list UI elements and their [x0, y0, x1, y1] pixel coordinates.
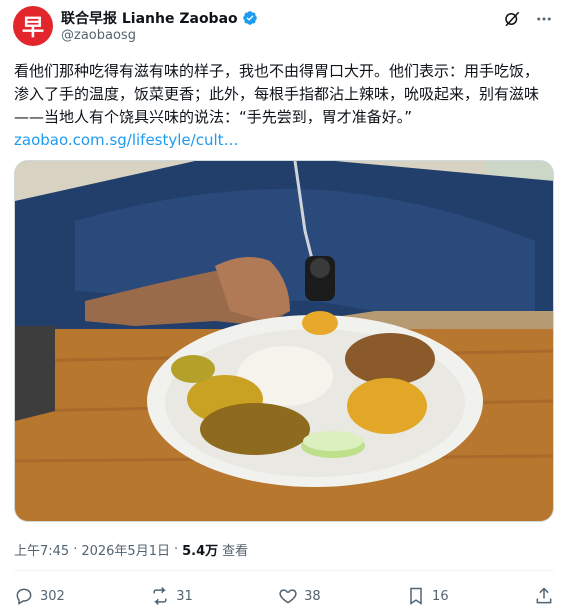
repost-icon: [153, 587, 167, 605]
post-date[interactable]: 2026年5月1日: [81, 540, 170, 559]
grok-icon[interactable]: [503, 10, 521, 28]
repost-button[interactable]: 31: [150, 586, 193, 606]
views-label: 查看: [222, 544, 249, 559]
share-button[interactable]: [534, 586, 554, 606]
photo-image: [15, 161, 553, 521]
tweet-header: 早 联合早报 Lianhe Zaobao @zaobaosg: [13, 6, 553, 50]
action-bar: 302 31 38 16: [14, 584, 554, 608]
avatar[interactable]: 早: [13, 6, 53, 46]
verified-badge-icon: [242, 11, 257, 25]
share-icon: [536, 587, 552, 604]
meta-separator: ·: [73, 542, 78, 557]
tweet-photo[interactable]: [14, 160, 554, 522]
header-actions: [503, 10, 553, 28]
repost-count: 31: [176, 588, 193, 604]
handle[interactable]: @zaobaosg: [61, 28, 136, 43]
reply-count: 302: [40, 588, 65, 604]
reply-icon: [16, 588, 32, 605]
meta-separator-2: ·: [173, 542, 179, 557]
like-count: 38: [304, 588, 321, 604]
post-time[interactable]: 上午7:45: [14, 540, 69, 559]
bookmark-button[interactable]: 16: [406, 586, 449, 606]
bookmark-icon: [410, 587, 422, 605]
bookmark-count: 16: [432, 588, 449, 604]
tweet-body: 看他们那种吃得有滋有味的样子，我也不由得胃口大开。他们表示：用手吃饭，渗入了手的…: [14, 62, 540, 126]
like-button[interactable]: 38: [278, 586, 321, 606]
views-count: 5.4万: [182, 544, 219, 559]
display-name[interactable]: 联合早报 Lianhe Zaobao: [61, 8, 238, 28]
name-row: 联合早报 Lianhe Zaobao: [61, 8, 258, 28]
reply-button[interactable]: 302: [14, 586, 65, 606]
tweet-text: 看他们那种吃得有滋有味的样子，我也不由得胃口大开。他们表示：用手吃饭，渗入了手的…: [14, 60, 552, 152]
tweet-meta: 上午7:45 · 2026年5月1日 · 5.4万 查看: [14, 540, 248, 559]
heart-icon: [279, 589, 297, 604]
divider: [14, 570, 554, 571]
more-icon[interactable]: [535, 10, 553, 28]
article-link[interactable]: zaobao.com.sg/lifestyle/cult…: [14, 129, 552, 152]
